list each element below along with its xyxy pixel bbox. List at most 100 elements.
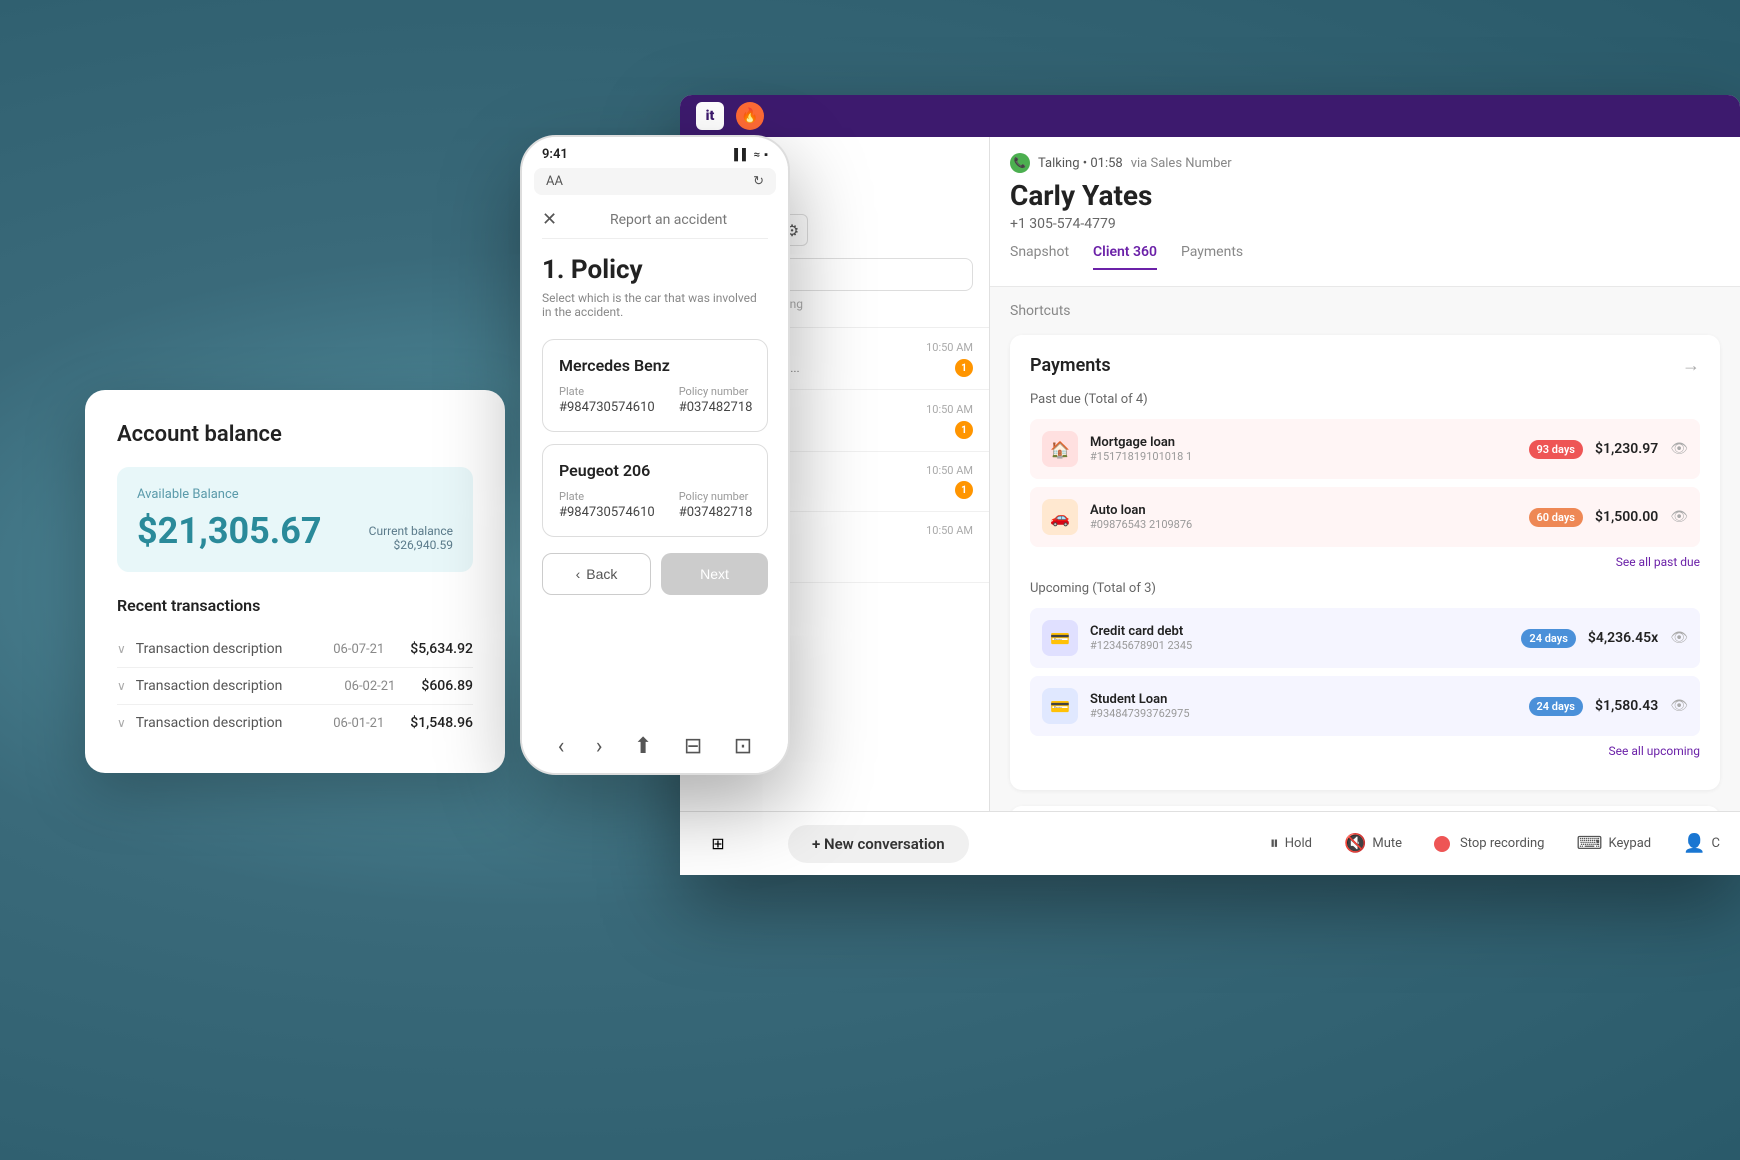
status-icons: ▌▌ ≈ ▪	[734, 148, 768, 161]
see-all-upcoming-link[interactable]: See all upcoming	[1030, 744, 1700, 758]
client-tabs: Snapshot Client 360 Payments	[1010, 244, 1720, 270]
crm-titlebar: it 🔥	[680, 95, 1740, 137]
tx-desc: Transaction description	[136, 678, 335, 694]
hold-button[interactable]: ⏸ Hold	[1270, 833, 1312, 854]
next-button[interactable]: Next	[661, 553, 768, 595]
vehicle-name: Mercedes Benz	[559, 356, 751, 375]
payment-name: Student Loan	[1090, 692, 1517, 707]
plate-label: Plate	[559, 385, 655, 398]
unread-badge: 1	[955, 421, 973, 439]
vehicle-card-peugeot[interactable]: Peugeot 206 Plate #984730574610 Policy n…	[542, 444, 768, 537]
tx-date: 06-02-21	[344, 679, 395, 694]
tx-amount: $5,634.92	[410, 641, 473, 657]
payment-item-mortgage[interactable]: 🏠 Mortgage loan #15171819101018 1 93 day…	[1030, 419, 1700, 479]
grid-icon: ⊞	[711, 834, 724, 853]
tx-date: 06-01-21	[333, 716, 384, 731]
tx-desc: Transaction description	[136, 641, 323, 657]
chevron-icon: ∨	[117, 642, 126, 656]
tab-client360[interactable]: Client 360	[1093, 244, 1157, 270]
payment-amount: $1,230.97	[1595, 441, 1658, 457]
crm-window: it 🔥 ions Queue ☰ ⊟ ⚙ rs to start search…	[680, 95, 1740, 875]
balance-row: $21,305.67 Current balance $26,940.59	[137, 510, 453, 552]
payment-amount: $1,500.00	[1595, 509, 1658, 525]
close-button[interactable]: ✕	[542, 209, 557, 230]
vehicle-plate-group: Plate #984730574610	[559, 490, 655, 520]
payment-item-auto[interactable]: 🚗 Auto loan #09876543 2109876 60 days $1…	[1030, 487, 1700, 547]
card-icon: 💳	[1042, 620, 1078, 656]
step-title: 1. Policy	[542, 255, 768, 285]
tx-desc: Transaction description	[136, 715, 323, 731]
payment-name: Mortgage loan	[1090, 435, 1517, 450]
bank-card-title: Account balance	[117, 422, 473, 447]
payment-name: Credit card debt	[1090, 624, 1509, 639]
forward-nav-icon[interactable]: ›	[596, 734, 603, 759]
payments-header: Payments →	[1030, 355, 1700, 376]
contact-button[interactable]: 👤 C	[1683, 833, 1720, 854]
overdue-badge: 60 days	[1529, 508, 1583, 527]
recent-transactions-label: Recent transactions	[117, 596, 473, 615]
policy-value: #037482718	[679, 400, 753, 415]
vehicle-card-mercedes[interactable]: Mercedes Benz Plate #984730574610 Policy…	[542, 339, 768, 432]
eye-icon[interactable]: 👁	[1670, 698, 1688, 714]
client-content: Shortcuts Payments → Past due (Total of …	[990, 287, 1740, 811]
hold-icon: ⏸	[1270, 833, 1279, 854]
mute-button[interactable]: 🔇 Mute	[1344, 833, 1402, 854]
payment-item-credit[interactable]: 💳 Credit card debt #12345678901 2345 24 …	[1030, 608, 1700, 668]
client-panel: 📞 Talking • 01:58 via Sales Number Carly…	[990, 137, 1740, 811]
app-icon2: 🔥	[736, 102, 764, 130]
tab-snapshot[interactable]: Snapshot	[1010, 244, 1069, 270]
payment-item-student[interactable]: 💳 Student Loan #934847393762975 24 days …	[1030, 676, 1700, 736]
stop-recording-button[interactable]: Stop recording	[1434, 836, 1544, 852]
balance-box: Available Balance $21,305.67 Current bal…	[117, 467, 473, 572]
bank-card: Account balance Available Balance $21,30…	[85, 390, 505, 773]
vehicle-policy-group: Policy number #037482718	[679, 490, 753, 520]
upcoming-label: Upcoming (Total of 3)	[1030, 581, 1700, 596]
main-balance: $21,305.67	[137, 510, 322, 552]
tab-payments[interactable]: Payments	[1181, 244, 1243, 270]
payment-info: Student Loan #934847393762975	[1090, 692, 1517, 720]
overdue-badge: 93 days	[1529, 440, 1583, 459]
phone-frame: 9:41 ▌▌ ≈ ▪ AA ↻ ✕ Report an accident 1.…	[520, 135, 790, 775]
eye-icon[interactable]: 👁	[1670, 630, 1688, 646]
current-balance: Current balance $26,940.59	[369, 524, 453, 552]
chevron-icon: ∨	[117, 716, 126, 730]
conv-item-time: 10:50 AM	[926, 341, 973, 354]
plate-value: #984730574610	[559, 505, 655, 520]
eye-icon[interactable]: 👁	[1670, 509, 1688, 525]
phone-time: 9:41	[542, 147, 568, 162]
upcoming-badge: 24 days	[1521, 629, 1575, 648]
share-icon[interactable]: ⬆	[634, 734, 652, 759]
eye-icon[interactable]: 👁	[1670, 441, 1688, 457]
policy-label: Policy number	[679, 490, 753, 503]
phone-address-bar[interactable]: AA ↻	[534, 168, 776, 195]
available-label: Available Balance	[137, 487, 453, 502]
grid-icon-button[interactable]: ⊞	[700, 826, 736, 862]
crm-bottom-bar: ⊞ + New conversation ⏸ Hold 🔇 Mute Stop …	[680, 811, 1740, 875]
refresh-icon[interactable]: ↻	[753, 174, 764, 189]
book-icon[interactable]: ⊟	[684, 734, 702, 759]
tabs-icon[interactable]: ⊡	[734, 734, 752, 759]
phone-status-bar: 9:41 ▌▌ ≈ ▪	[522, 137, 788, 168]
mute-icon: 🔇	[1344, 833, 1366, 854]
new-conversation-button[interactable]: + New conversation	[788, 825, 969, 863]
crm-body: ions Queue ☰ ⊟ ⚙ rs to start searching 2…	[680, 137, 1740, 811]
vehicle-details: Plate #984730574610 Policy number #03748…	[559, 385, 751, 415]
payment-name: Auto loan	[1090, 503, 1517, 518]
back-button[interactable]: ‹ Back	[542, 553, 651, 595]
app-logo: it	[696, 102, 724, 130]
back-nav-icon[interactable]: ‹	[558, 734, 565, 759]
call-icon: 📞	[1010, 153, 1030, 173]
see-all-past-due-link[interactable]: See all past due	[1030, 555, 1700, 569]
shortcuts-label: Shortcuts	[1010, 303, 1720, 319]
keypad-icon: ⌨	[1576, 833, 1602, 854]
unread-badge: 1	[955, 481, 973, 499]
keypad-button[interactable]: ⌨ Keypad	[1576, 833, 1651, 854]
unread-badge: 1	[955, 359, 973, 377]
vehicle-policy-group: Policy number #037482718	[679, 385, 753, 415]
payments-title: Payments	[1030, 355, 1111, 376]
payment-amount: $1,580.43	[1595, 698, 1658, 714]
nav-buttons: ‹ Back Next	[542, 553, 768, 595]
address-aa: AA	[546, 174, 563, 189]
payments-expand-icon[interactable]: →	[1682, 355, 1700, 376]
phone-bottom-bar: ‹ › ⬆ ⊟ ⊡	[522, 724, 788, 773]
